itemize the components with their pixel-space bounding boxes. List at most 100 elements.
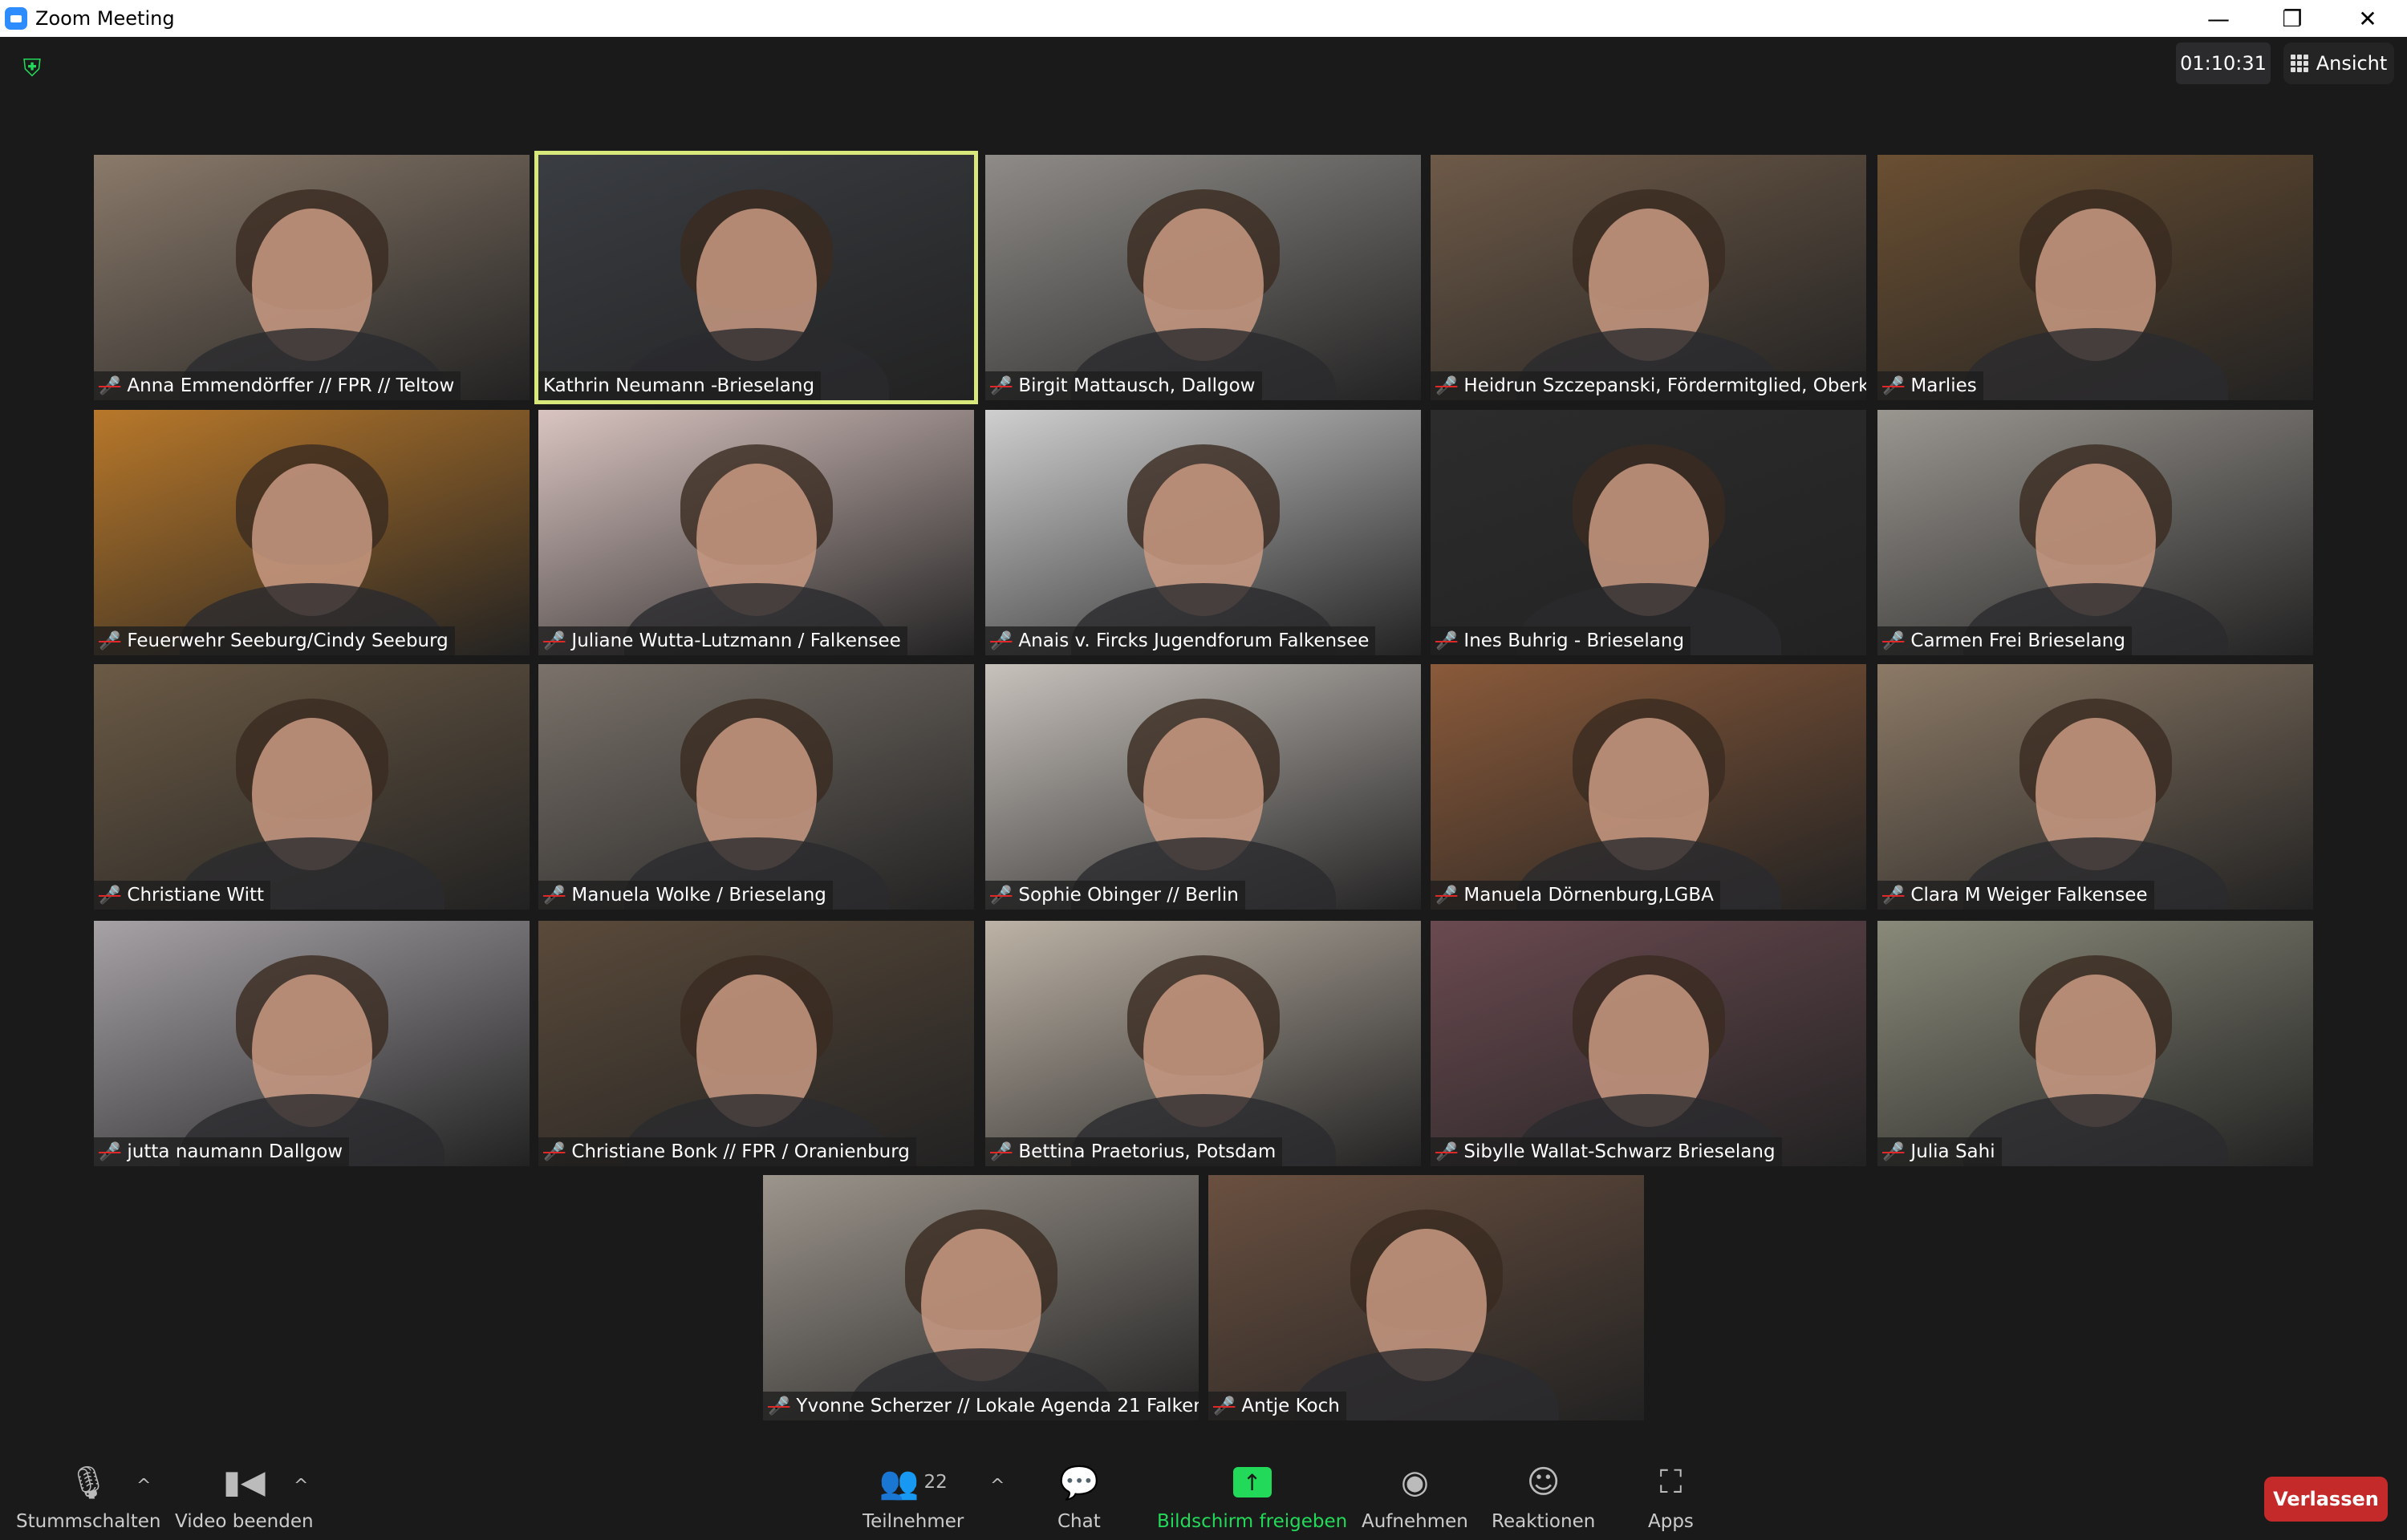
participant-name-label: 🎤 Birgit Mattausch, Dallgow <box>985 371 1262 400</box>
participant-tile[interactable]: 🎤 Bettina Praetorius, Potsdam <box>985 921 1421 1166</box>
participant-name: Manuela Wolke / Brieselang <box>571 885 826 906</box>
participant-name-label: Kathrin Neumann -Brieselang <box>538 371 822 400</box>
participant-name: Antje Koch <box>1241 1396 1340 1416</box>
participant-tile[interactable]: 🎤 Juliane Wutta-Lutzmann / Falkensee <box>538 410 974 655</box>
muted-microphone-icon: 🎤 <box>990 375 1013 396</box>
participant-name: jutta naumann Dallgow <box>127 1141 343 1162</box>
meeting-toolbar: 🎙 Stummschalten ^ ▮◀ Video beenden ^ 👥 22… <box>0 1444 2407 1540</box>
participant-tile[interactable]: 🎤 Feuerwehr Seeburg/Cindy Seeburg <box>94 410 530 655</box>
close-icon[interactable]: ✕ <box>2332 0 2404 37</box>
leave-button[interactable]: Verlassen <box>2264 1477 2388 1522</box>
participant-name-label: 🎤 Clara M Weiger Falkensee <box>1877 881 2154 910</box>
participant-tile[interactable]: Kathrin Neumann -Brieselang <box>534 151 978 404</box>
record-icon: ◉ <box>1400 1464 1429 1501</box>
participants-options-caret-icon[interactable]: ^ <box>990 1476 1005 1496</box>
participant-name: Christiane Bonk // FPR / Oranienburg <box>571 1141 910 1162</box>
chat-button[interactable]: 💬 Chat <box>1057 1460 1101 1533</box>
participant-tile[interactable]: 🎤 jutta naumann Dallgow <box>94 921 530 1166</box>
muted-microphone-icon: 🎤 <box>1435 630 1458 651</box>
participant-tile[interactable]: 🎤 Sibylle Wallat-Schwarz Brieselang <box>1431 921 1866 1166</box>
participant-name-label: 🎤 Sibylle Wallat-Schwarz Brieselang <box>1431 1137 1782 1166</box>
participant-name-label: 🎤 Bettina Praetorius, Potsdam <box>985 1137 1283 1166</box>
reactions-label: Reaktionen <box>1492 1511 1596 1532</box>
participant-name-label: 🎤 Carmen Frei Brieselang <box>1877 626 2132 655</box>
meeting-timer: 01:10:31 <box>2176 43 2271 84</box>
muted-microphone-icon: 🎤 <box>1882 1141 1905 1162</box>
participant-tile[interactable]: 🎤 Carmen Frei Brieselang <box>1877 410 2313 655</box>
participant-name: Carmen Frei Brieselang <box>1910 630 2125 651</box>
participant-tile[interactable]: 🎤 Manuela Wolke / Brieselang <box>538 664 974 910</box>
video-body <box>1963 1094 2228 1166</box>
participants-icon: 👥 <box>879 1464 919 1502</box>
video-options-caret-icon[interactable]: ^ <box>294 1476 308 1496</box>
participant-tile[interactable]: 🎤 Marlies <box>1877 155 2313 400</box>
participant-name-label: 🎤 Anais v. Fircks Jugendforum Falkensee <box>985 626 1376 655</box>
participant-name-label: 🎤 Heidrun Szczepanski, Fördermitglied, Ob… <box>1431 371 1866 400</box>
title-bar: Zoom Meeting — ❐ ✕ <box>0 0 2407 37</box>
participant-name: Anais v. Fircks Jugendforum Falkensee <box>1018 630 1370 651</box>
participant-name: Kathrin Neumann -Brieselang <box>543 375 815 396</box>
apps-label: Apps <box>1648 1511 1694 1532</box>
participant-tile[interactable]: 🎤 Julia Sahi <box>1877 921 2313 1166</box>
participant-tile[interactable]: 🎤 Antje Koch <box>1208 1175 1644 1420</box>
participant-tile[interactable]: 🎤 Birgit Mattausch, Dallgow <box>985 155 1421 400</box>
reactions-button[interactable]: ☺ Reaktionen <box>1492 1460 1595 1532</box>
participant-name: Christiane Witt <box>127 885 265 906</box>
participant-name: Birgit Mattausch, Dallgow <box>1018 375 1256 396</box>
share-label: Bildschirm freigeben <box>1157 1511 1348 1532</box>
record-button[interactable]: ◉ Aufnehmen <box>1362 1460 1468 1532</box>
muted-microphone-icon: 🎤 <box>99 1141 121 1162</box>
share-screen-button[interactable]: ↑ Bildschirm freigeben <box>1157 1460 1347 1532</box>
microphone-icon: 🎙 <box>67 1464 109 1502</box>
participant-tile[interactable]: 🎤 Heidrun Szczepanski, Fördermitglied, Ob… <box>1431 155 1866 400</box>
minimize-icon[interactable]: — <box>2182 0 2255 37</box>
muted-microphone-icon: 🎤 <box>1882 375 1905 396</box>
mute-button[interactable]: 🎙 Stummschalten <box>16 1460 161 1533</box>
grid-icon <box>2290 55 2308 72</box>
muted-microphone-icon: 🎤 <box>1435 1141 1458 1162</box>
participant-tile[interactable]: 🎤 Clara M Weiger Falkensee <box>1877 664 2313 910</box>
shield-check-icon[interactable]: ⛨ <box>18 55 47 83</box>
participant-tile[interactable]: 🎤 Yvonne Scherzer // Lokale Agenda 21 Fal… <box>763 1175 1199 1420</box>
participant-name: Sibylle Wallat-Schwarz Brieselang <box>1463 1141 1776 1162</box>
muted-microphone-icon: 🎤 <box>543 885 566 906</box>
participant-name-label: 🎤 Manuela Dörnenburg,LGBA <box>1431 881 1720 910</box>
muted-microphone-icon: 🎤 <box>543 630 566 651</box>
participant-name-label: 🎤 Christiane Bonk // FPR / Oranienburg <box>538 1137 916 1166</box>
apps-icon: ⛶ <box>1659 1464 1682 1501</box>
participant-tile[interactable]: 🎤 Ines Buhrig - Brieselang <box>1431 410 1866 655</box>
muted-microphone-icon: 🎤 <box>1882 630 1905 651</box>
participant-tile[interactable]: 🎤 Sophie Obinger // Berlin <box>985 664 1421 910</box>
participant-tile[interactable]: 🎤 Anais v. Fircks Jugendforum Falkensee <box>985 410 1421 655</box>
participant-name: Heidrun Szczepanski, Fördermitglied, Obe… <box>1463 375 1866 396</box>
participant-count: 22 <box>923 1472 948 1493</box>
participant-tile[interactable]: 🎤 Christiane Bonk // FPR / Oranienburg <box>538 921 974 1166</box>
muted-microphone-icon: 🎤 <box>990 1141 1013 1162</box>
video-label: Video beenden <box>175 1511 314 1532</box>
view-button[interactable]: Ansicht <box>2283 43 2394 84</box>
participant-name: Bettina Praetorius, Potsdam <box>1018 1141 1277 1162</box>
apps-button[interactable]: ⛶ Apps <box>1648 1460 1694 1532</box>
chat-label: Chat <box>1057 1511 1101 1532</box>
chat-bubble-icon: 💬 <box>1058 1464 1099 1502</box>
window-title: Zoom Meeting <box>35 7 175 30</box>
participant-name-label: 🎤 Antje Koch <box>1208 1392 1346 1420</box>
participant-name-label: 🎤 Feuerwehr Seeburg/Cindy Seeburg <box>94 626 455 655</box>
participant-tile[interactable]: 🎤 Manuela Dörnenburg,LGBA <box>1431 664 1866 910</box>
record-label: Aufnehmen <box>1362 1511 1468 1532</box>
share-screen-icon: ↑ <box>1232 1467 1272 1497</box>
muted-microphone-icon: 🎤 <box>1435 375 1458 396</box>
participant-name: Marlies <box>1910 375 1977 396</box>
participant-name: Anna Emmendörffer // FPR // Teltow <box>127 375 455 396</box>
stop-video-button[interactable]: ▮◀ Video beenden <box>175 1460 314 1532</box>
mute-label: Stummschalten <box>16 1511 161 1532</box>
participant-name: Manuela Dörnenburg,LGBA <box>1463 885 1714 906</box>
participant-name-label: 🎤 Christiane Witt <box>94 881 271 910</box>
restore-icon[interactable]: ❐ <box>2256 0 2328 37</box>
participant-tile[interactable]: 🎤 Christiane Witt <box>94 664 530 910</box>
audio-options-caret-icon[interactable]: ^ <box>136 1476 151 1496</box>
participants-button[interactable]: 👥 22 Teilnehmer <box>863 1460 964 1533</box>
participant-tile[interactable]: 🎤 Anna Emmendörffer // FPR // Teltow <box>94 155 530 400</box>
muted-microphone-icon: 🎤 <box>768 1396 790 1416</box>
participant-name-label: 🎤 jutta naumann Dallgow <box>94 1137 350 1166</box>
